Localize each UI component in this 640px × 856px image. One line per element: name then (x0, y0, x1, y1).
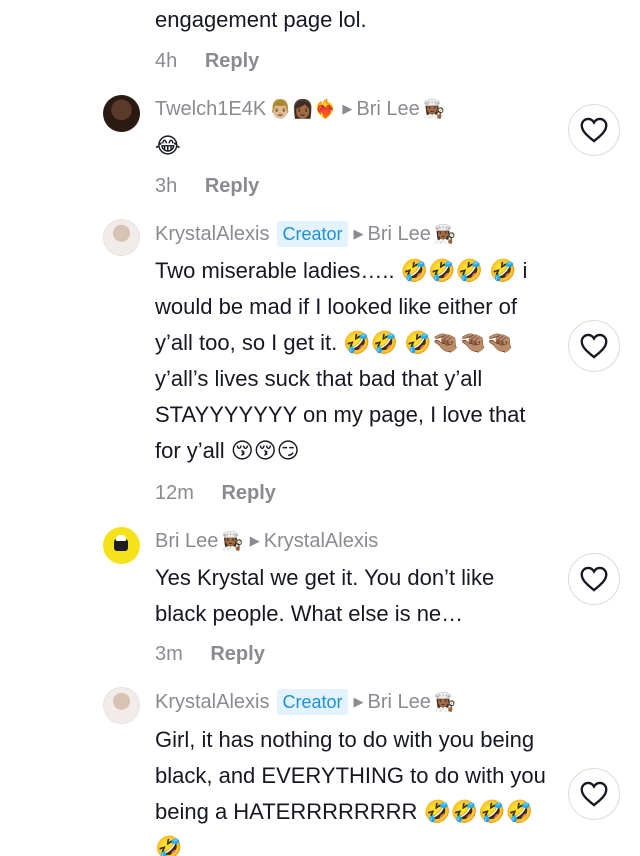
avatar[interactable] (103, 527, 140, 564)
comment-header: Bri Lee 👩🏾‍🍳 ▶ KrystalAlexis (155, 527, 378, 555)
comment-header: Twelch1E4K 👨🏼👩🏾❤️‍🔥 ▶ Bri Lee 👩🏾‍🍳 (155, 95, 445, 123)
reply-to-emoji: 👩🏾‍🍳 (433, 691, 457, 712)
comment-time: 12m (155, 482, 194, 504)
comment-meta: 3m Reply (155, 643, 265, 666)
username-emoji: 👩🏾‍🍳 (221, 530, 244, 551)
reply-button[interactable]: Reply (205, 175, 259, 197)
avatar[interactable] (103, 95, 140, 132)
comment-meta: 12m Reply (155, 482, 276, 505)
reply-button[interactable]: Reply (221, 482, 275, 504)
comment-time: 4h (155, 50, 178, 72)
comment-text: 😂 (155, 133, 181, 158)
heart-outline-icon (580, 566, 608, 592)
reply-to-username[interactable]: Bri Lee (356, 98, 419, 121)
reply-button[interactable]: Reply (205, 50, 259, 72)
caret-right-icon: ▶ (342, 101, 353, 116)
creator-badge: Creator (277, 689, 348, 715)
like-button[interactable] (568, 104, 620, 156)
chef-hat-logo (114, 535, 128, 551)
comment-meta: 3h Reply (155, 175, 259, 198)
comment-text: Yes Krystal we get it. You don’t like bl… (155, 565, 495, 626)
comment-time: 3m (155, 643, 183, 665)
username-emoji: 👨🏼👩🏾❤️‍🔥 (269, 98, 337, 119)
heart-outline-icon (580, 781, 608, 807)
username[interactable]: Bri Lee (155, 530, 218, 553)
reply-to-username[interactable]: KrystalAlexis (264, 530, 378, 553)
comment-text: Girl, it has nothing to do with you bein… (155, 727, 546, 856)
reply-to-username[interactable]: Bri Lee (368, 691, 431, 714)
caret-right-icon: ▶ (249, 533, 260, 548)
reply-button[interactable]: Reply (210, 643, 264, 665)
comment-time: 3h (155, 175, 178, 197)
like-button[interactable] (568, 768, 620, 820)
like-button[interactable] (568, 320, 620, 372)
reply-to-username[interactable]: Bri Lee (368, 223, 431, 246)
comment-text: engagement page lol. (155, 7, 367, 32)
comment-text: Two miserable ladies….. 🤣🤣🤣 🤣 i would be… (155, 258, 528, 463)
comment-meta: 4h Reply (155, 50, 259, 73)
creator-badge: Creator (277, 221, 348, 247)
avatar[interactable] (103, 687, 140, 724)
caret-right-icon: ▶ (353, 694, 364, 709)
like-button[interactable] (568, 553, 620, 605)
comment-header: KrystalAlexis Creator ▶ Bri Lee 👩🏾‍🍳 (155, 688, 456, 716)
avatar[interactable] (103, 219, 140, 256)
username[interactable]: KrystalAlexis (155, 223, 269, 246)
caret-right-icon: ▶ (353, 226, 364, 241)
username[interactable]: Twelch1E4K (155, 98, 266, 121)
reply-to-emoji: 👩🏾‍🍳 (433, 223, 457, 244)
reply-to-emoji: 👩🏾‍🍳 (422, 98, 446, 119)
username[interactable]: KrystalAlexis (155, 691, 269, 714)
heart-outline-icon (580, 333, 608, 359)
comment-header: KrystalAlexis Creator ▶ Bri Lee 👩🏾‍🍳 (155, 220, 456, 248)
heart-outline-icon (580, 117, 608, 143)
